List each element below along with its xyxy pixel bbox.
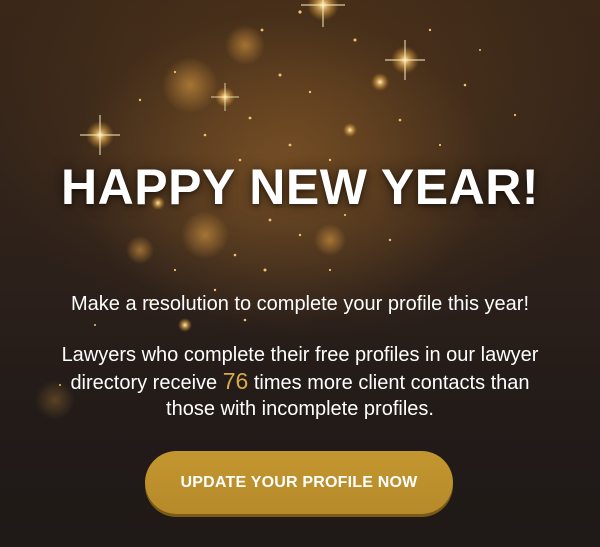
- highlight-number: 76: [222, 368, 249, 394]
- benefit-text-tail: times more client contacts than those wi…: [166, 372, 530, 420]
- update-profile-button[interactable]: UPDATE YOUR PROFILE NOW: [145, 451, 453, 514]
- resolution-text: Make a resolution to complete your profi…: [71, 293, 529, 315]
- banner-title: HAPPY NEW YEAR!: [61, 159, 539, 215]
- profile-benefit-text: Lawyers who complete their free profiles…: [50, 342, 550, 422]
- new-year-banner: HAPPY NEW YEAR! Make a resolution to com…: [0, 0, 600, 547]
